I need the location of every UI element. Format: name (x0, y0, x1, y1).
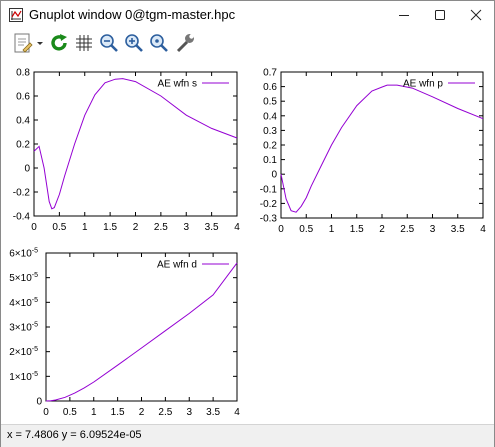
y-tick-label: 0.2 (263, 141, 277, 152)
series-line (45, 262, 238, 402)
options-icon (176, 34, 194, 53)
autoscale-button[interactable] (148, 32, 170, 54)
x-tick-label: 1 (91, 407, 97, 418)
y-tick-label: 0 (271, 170, 277, 181)
x-tick-label: 1 (329, 224, 335, 235)
x-tick-label: 0.5 (63, 407, 77, 418)
x-tick-label: 0 (278, 224, 284, 235)
y-tick-label: 0.4 (16, 116, 30, 127)
plot-border (280, 71, 484, 219)
x-tick-label: 2.5 (158, 407, 172, 418)
y-tick-label: 5×10-5 (9, 272, 38, 284)
x-tick-label: 3.5 (205, 222, 219, 233)
legend-label: AE wfn p (403, 79, 443, 90)
grid-icon (76, 35, 92, 51)
x-tick-label: 2 (379, 224, 385, 235)
y-tick-label: 3×10-5 (9, 322, 38, 334)
x-tick-label: 4 (234, 407, 240, 418)
maximize-icon (435, 10, 445, 20)
y-tick-label: 1×10-5 (9, 371, 38, 383)
x-tick-label: 1.5 (103, 222, 117, 233)
replot-icon (51, 34, 67, 51)
gnuplot-window: Gnuplot window 0@tgm-master.hpc 0 0.5 1 … (0, 0, 495, 447)
y-tick-label: -0.2 (260, 199, 278, 210)
x-tick-label: 0.5 (299, 224, 313, 235)
y-tick-label: 0.6 (16, 92, 30, 103)
legend-label: AE wfn s (158, 79, 197, 90)
window-title: Gnuplot window 0@tgm-master.hpc (29, 7, 236, 22)
title-bar[interactable]: Gnuplot window 0@tgm-master.hpc (1, 1, 494, 29)
y-tick-label: 2×10-5 (9, 346, 38, 358)
x-tick-label: 3 (183, 222, 189, 233)
cursor-coordinates: x = 7.4806 y = 6.09524e-05 (7, 429, 142, 441)
y-tick-label: -0.2 (13, 188, 31, 199)
close-button[interactable] (455, 1, 495, 29)
zoom-previous-icon (100, 34, 118, 52)
series-line (280, 84, 484, 213)
y-tick-label: 6×10-5 (9, 248, 38, 260)
legend-label: AE wfn d (157, 260, 197, 271)
close-icon (470, 9, 482, 21)
replot-button[interactable] (48, 32, 70, 54)
x-tick-label: 3 (186, 407, 192, 418)
toggle-grid-button[interactable] (73, 32, 95, 54)
status-bar: x = 7.4806 y = 6.09524e-05 (1, 424, 494, 447)
x-tick-label: 4 (480, 224, 486, 235)
zoom-previous-button[interactable] (98, 32, 120, 54)
y-tick-label: -0.4 (13, 212, 31, 223)
chart-3: 0 0.5 1 1.5 2 2.5 3 3.5 4 0 1×10-5 2×10-5 3×10-5 4×10… (9, 248, 240, 419)
minimize-icon (399, 15, 409, 16)
x-tick-label: 4 (234, 222, 240, 233)
x-tick-label: 2 (133, 222, 139, 233)
y-tick-label: 0.4 (263, 111, 277, 122)
y-tick-label: 0.7 (263, 68, 277, 79)
clipboard-icon (14, 33, 43, 53)
autoscale-icon (150, 34, 168, 52)
y-tick-label: 0.8 (16, 68, 30, 79)
dropdown-arrow-icon (37, 42, 43, 45)
x-tick-label: 0.5 (52, 222, 66, 233)
y-tick-label: 0.2 (16, 140, 30, 151)
chart-2: 0 0.5 1 1.5 2 2.5 3 3.5 4 -0.3 -0.2 -0.1 0 0.1 0.2 0.3 0… (260, 68, 486, 236)
y-tick-label: -0.1 (260, 184, 278, 195)
y-tick-label: 0.1 (263, 155, 277, 166)
zoom-next-icon (125, 34, 143, 52)
copy-to-clipboard-button[interactable] (11, 32, 45, 54)
x-tick-label: 1 (82, 222, 88, 233)
x-tick-label: 2 (139, 407, 145, 418)
x-tick-label: 0 (43, 407, 49, 418)
zoom-next-button[interactable] (123, 32, 145, 54)
toolbar (1, 29, 494, 57)
plot-border (33, 71, 238, 217)
plot-border (45, 252, 238, 402)
y-tick-label: -0.3 (260, 214, 278, 225)
plot-area[interactable]: 0 0.5 1 1.5 2 2.5 3 3.5 4 -0.4 -0.2 0 0.2 0.4 0.6 0.8 AE… (1, 57, 494, 423)
series-line (33, 78, 238, 210)
gnuplot-app-icon (9, 8, 23, 22)
x-tick-label: 1.5 (350, 224, 364, 235)
y-tick-label: 0 (24, 164, 30, 175)
x-tick-label: 2.5 (154, 222, 168, 233)
x-tick-label: 0 (31, 222, 37, 233)
y-tick-label: 0.3 (263, 126, 277, 137)
x-tick-label: 2.5 (400, 224, 414, 235)
x-tick-label: 3.5 (206, 407, 220, 418)
y-tick-label: 0 (36, 397, 42, 408)
plot-canvas[interactable]: 0 0.5 1 1.5 2 2.5 3 3.5 4 -0.4 -0.2 0 0.2 0.4 0.6 0.8 AE… (1, 57, 494, 423)
y-tick-label: 0.5 (263, 97, 277, 108)
y-tick-label: 0.6 (263, 82, 277, 93)
x-tick-label: 1.5 (111, 407, 125, 418)
x-tick-label: 3 (430, 224, 436, 235)
x-tick-label: 3.5 (451, 224, 465, 235)
y-tick-label: 4×10-5 (9, 297, 38, 309)
options-button[interactable] (174, 32, 196, 54)
chart-1: 0 0.5 1 1.5 2 2.5 3 3.5 4 -0.4 -0.2 0 0.2 0.4 0.6 0.8 AE… (13, 68, 240, 234)
